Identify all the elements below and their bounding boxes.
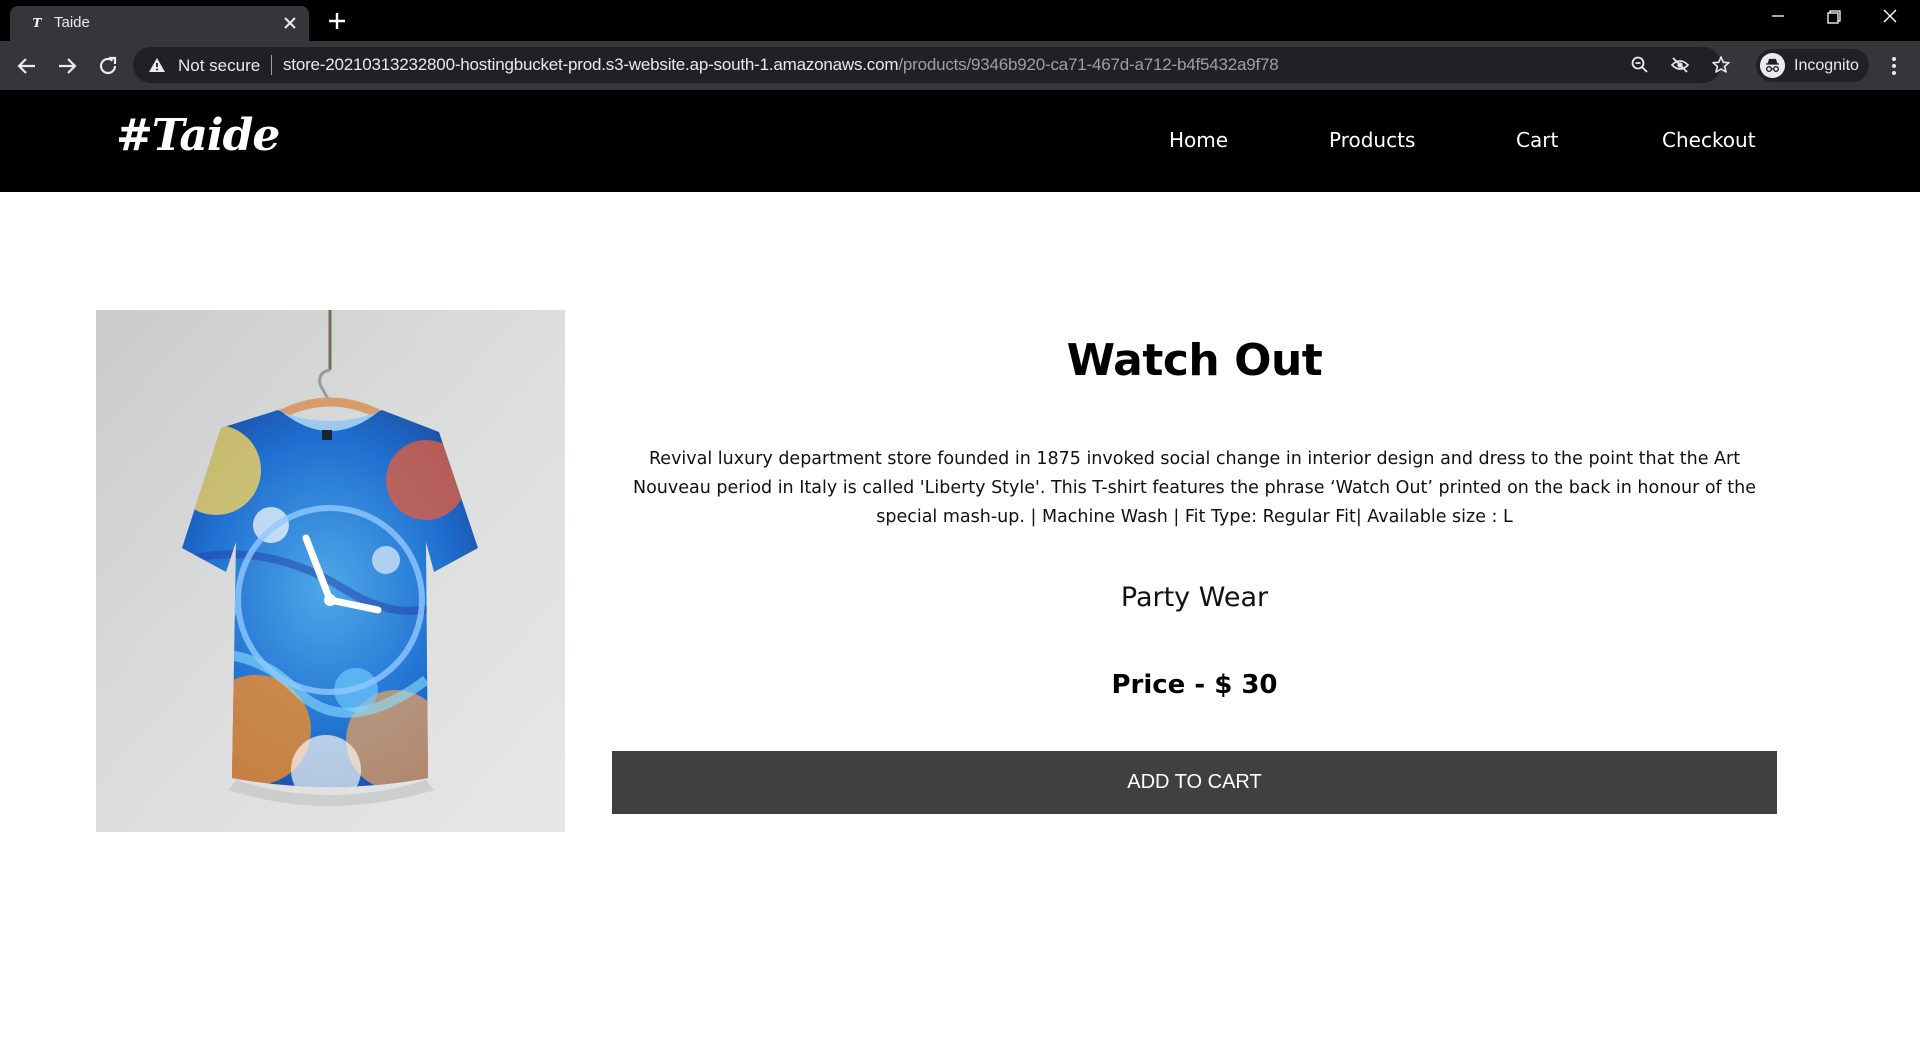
url-path: /products/9346b920-ca71-467d-a712-b4f543… [898, 55, 1279, 74]
zoom-icon[interactable] [1630, 55, 1650, 75]
tab-title: Taide [54, 14, 90, 31]
favicon-icon: T [32, 16, 42, 30]
restore-icon[interactable] [1806, 0, 1862, 38]
site-header: #Taide Home Products Cart Checkout [0, 90, 1920, 192]
product-description: Revival luxury department store founded … [633, 449, 1756, 527]
window-close-icon[interactable] [1862, 0, 1918, 38]
product-title: Watch Out [1066, 335, 1323, 386]
incognito-label: Incognito [1794, 57, 1859, 74]
browser-tabstrip: T Taide [0, 0, 1920, 41]
bookmark-star-icon[interactable] [1711, 55, 1731, 75]
close-tab-icon[interactable] [280, 13, 300, 33]
product-price: Price - $ 30 [1111, 670, 1278, 700]
incognito-badge[interactable]: Incognito [1756, 49, 1869, 82]
url-host: store-20210313232800-hostingbucket-prod.… [283, 55, 899, 74]
nav-products[interactable]: Products [1329, 128, 1415, 152]
forward-arrow-icon[interactable] [53, 52, 81, 80]
incognito-icon [1760, 53, 1785, 78]
product-category: Party Wear [1120, 582, 1269, 613]
site-logo[interactable]: #Taide [116, 110, 280, 162]
new-tab-icon[interactable] [324, 8, 350, 34]
warning-icon[interactable] [148, 56, 166, 74]
more-menu-icon[interactable] [1882, 53, 1906, 79]
browser-toolbar: Not secure store-20210313232800-hostingb… [0, 41, 1920, 90]
back-arrow-icon[interactable] [13, 52, 41, 80]
nav-cart[interactable]: Cart [1516, 128, 1558, 152]
product-image [96, 310, 565, 832]
nav-checkout[interactable]: Checkout [1662, 128, 1756, 152]
minimize-icon[interactable] [1750, 0, 1806, 38]
address-bar[interactable]: Not secure store-20210313232800-hostingb… [133, 47, 1730, 83]
url-text[interactable]: store-20210313232800-hostingbucket-prod.… [283, 55, 1279, 75]
security-status[interactable]: Not secure [178, 56, 260, 75]
nav-home[interactable]: Home [1169, 128, 1228, 152]
tshirt-photo [96, 310, 565, 832]
eye-slash-icon[interactable] [1670, 55, 1690, 75]
browser-tab[interactable]: T Taide [10, 6, 309, 41]
add-to-cart-button[interactable]: ADD TO CART [612, 751, 1777, 814]
omnibox-divider [271, 55, 272, 75]
reload-icon[interactable] [94, 52, 122, 80]
